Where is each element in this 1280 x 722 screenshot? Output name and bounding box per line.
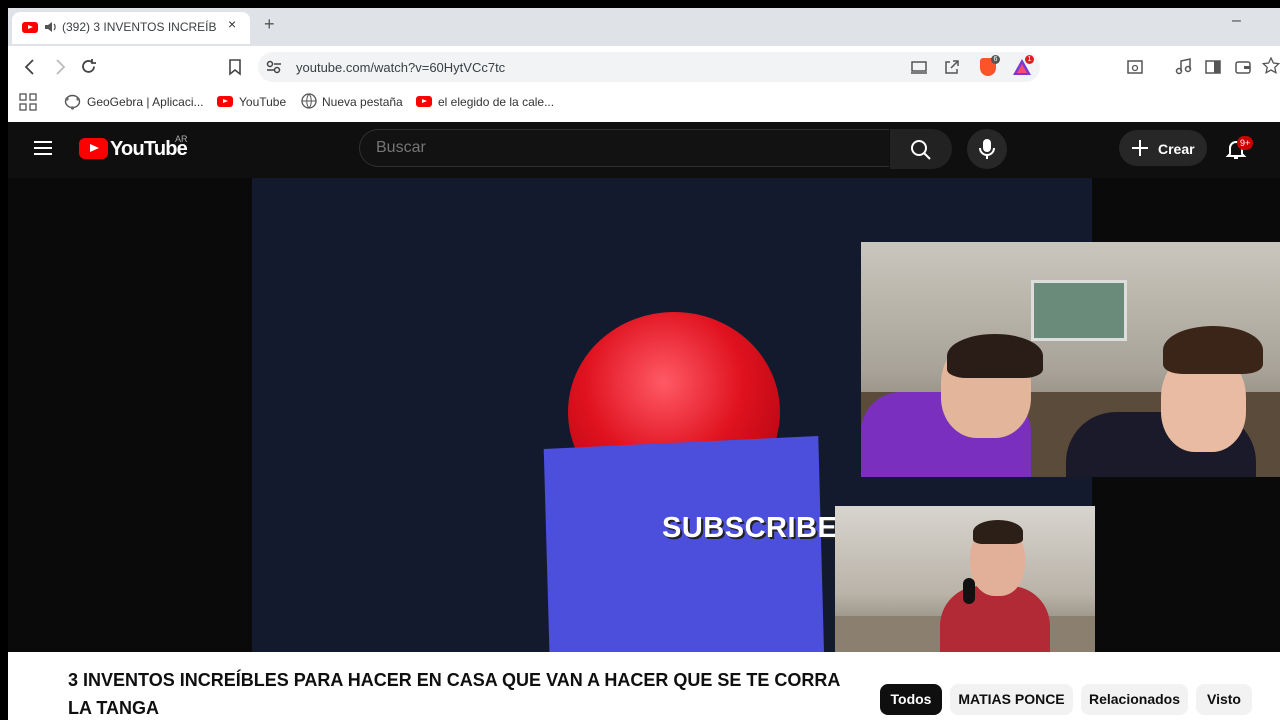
back-arrow-icon[interactable] bbox=[22, 58, 38, 76]
favorites-star-icon[interactable] bbox=[1262, 57, 1280, 75]
search-icon bbox=[911, 140, 931, 160]
youtube-favicon-icon bbox=[22, 22, 38, 33]
notifications-badge: 9+ bbox=[1237, 136, 1254, 150]
tab-close-icon[interactable]: × bbox=[228, 16, 236, 32]
video-title: 3 INVENTOS INCREÍBLES PARA HACER EN CASA… bbox=[68, 670, 840, 718]
url-text[interactable]: youtube.com/watch?v=60HytVCc7tc bbox=[296, 60, 505, 75]
microphone-icon bbox=[979, 139, 995, 159]
sidebar-toggle-icon[interactable] bbox=[1204, 58, 1222, 76]
geogebra-icon bbox=[64, 94, 81, 110]
create-label: Crear bbox=[1158, 141, 1195, 157]
subscribe-overlay-text: SUBSCRIBE bbox=[662, 512, 838, 544]
youtube-icon bbox=[217, 96, 233, 107]
chip-todos[interactable]: Todos bbox=[880, 684, 942, 715]
reaction-webcam-2 bbox=[835, 506, 1095, 652]
hamburger-menu-icon[interactable] bbox=[33, 140, 53, 156]
bookmark-el-elegido[interactable]: el elegido de la cale... bbox=[438, 95, 554, 109]
chip-relacionados[interactable]: Relacionados bbox=[1081, 684, 1188, 715]
brave-shield-badge: 6 bbox=[991, 55, 1000, 64]
speaker-icon[interactable] bbox=[44, 21, 58, 33]
install-app-icon[interactable] bbox=[910, 58, 928, 76]
forward-arrow-icon[interactable] bbox=[52, 58, 68, 76]
search-button[interactable] bbox=[890, 129, 952, 169]
region-code: AR bbox=[175, 134, 188, 144]
wallet-icon[interactable] bbox=[1234, 58, 1252, 76]
bookmark-icon[interactable] bbox=[228, 58, 242, 76]
new-tab-icon[interactable]: + bbox=[264, 14, 275, 35]
media-controls-icon[interactable] bbox=[1174, 58, 1192, 76]
tab-title: (392) 3 INVENTOS INCREÍBLES PARA HACER E… bbox=[62, 20, 217, 34]
site-settings-icon[interactable] bbox=[266, 60, 282, 74]
bookmark-geogebra[interactable]: GeoGebra | Aplicaci... bbox=[87, 95, 204, 109]
youtube-icon bbox=[416, 96, 432, 107]
reload-icon[interactable] bbox=[79, 57, 98, 76]
rewards-badge: 1 bbox=[1025, 55, 1034, 64]
apps-grid-icon[interactable] bbox=[19, 93, 37, 111]
minimize-window-icon[interactable]: – bbox=[1232, 12, 1241, 30]
reaction-webcam-1 bbox=[861, 242, 1280, 477]
globe-icon bbox=[301, 93, 317, 109]
search-input[interactable] bbox=[359, 129, 889, 167]
window-frame-top bbox=[0, 0, 1280, 8]
tab-search-icon[interactable] bbox=[1126, 58, 1144, 76]
bookmark-nueva-pestana[interactable]: Nueva pestaña bbox=[322, 95, 403, 109]
youtube-logo-icon[interactable] bbox=[79, 138, 108, 159]
bookmark-youtube[interactable]: YouTube bbox=[239, 95, 286, 109]
chip-matias-ponce[interactable]: MATIAS PONCE bbox=[950, 684, 1073, 715]
window-frame-left bbox=[0, 0, 8, 720]
voice-search-button[interactable] bbox=[967, 129, 1007, 169]
share-icon[interactable] bbox=[943, 58, 961, 76]
chip-visto[interactable]: Visto bbox=[1196, 684, 1252, 715]
plus-icon bbox=[1132, 140, 1148, 156]
